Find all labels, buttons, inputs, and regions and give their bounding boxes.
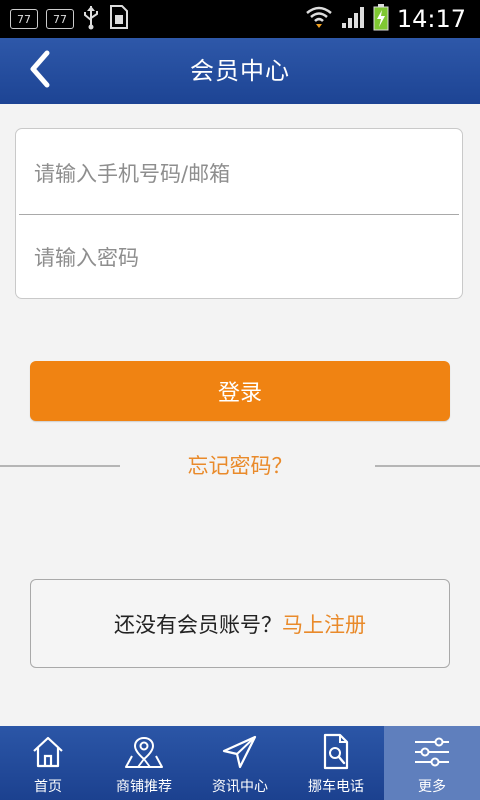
nav-label-more: 更多 xyxy=(418,779,446,795)
forgot-password-link[interactable]: 忘记密码？ xyxy=(0,446,480,486)
wifi-icon xyxy=(305,4,333,34)
bottom-nav: 首页 商铺推荐 资讯中心 挪车电话 更多 xyxy=(0,726,480,800)
nav-item-shops[interactable]: 商铺推荐 xyxy=(96,726,192,800)
nav-item-more[interactable]: 更多 xyxy=(384,726,480,800)
notification-badge-1: 77 xyxy=(10,9,38,29)
document-search-icon xyxy=(320,732,352,772)
username-placeholder: 请输入手机号码/邮箱 xyxy=(34,162,231,186)
member-center-screen: 77 77 14:17 会员中心 请输入手机号码/邮箱 请输入密码 登录 忘记密… xyxy=(0,0,480,800)
nav-label-home: 首页 xyxy=(34,779,62,795)
status-bar: 77 77 14:17 xyxy=(0,0,480,38)
notification-badge-2: 77 xyxy=(46,9,74,29)
login-form-card: 请输入手机号码/邮箱 请输入密码 xyxy=(15,128,463,299)
username-field[interactable]: 请输入手机号码/邮箱 xyxy=(34,131,448,215)
password-field[interactable]: 请输入密码 xyxy=(34,215,448,299)
nav-label-news: 资讯中心 xyxy=(212,779,268,795)
status-bar-notifications: 77 77 xyxy=(10,4,130,34)
forgot-password-row: 忘记密码？ xyxy=(0,446,480,486)
register-question: 还没有会员账号？ xyxy=(114,612,282,637)
nav-item-car-phone[interactable]: 挪车电话 xyxy=(288,726,384,800)
sliders-icon xyxy=(413,732,451,772)
sim-card-icon xyxy=(108,4,130,34)
password-placeholder: 请输入密码 xyxy=(34,246,139,270)
register-box: 还没有会员账号？ 马上注册 xyxy=(30,579,450,668)
back-button[interactable] xyxy=(18,49,62,93)
nav-label-shops: 商铺推荐 xyxy=(116,779,172,795)
register-link[interactable]: 马上注册 xyxy=(282,609,366,639)
nav-item-home[interactable]: 首页 xyxy=(0,726,96,800)
page-title: 会员中心 xyxy=(190,57,290,85)
send-icon xyxy=(221,732,259,772)
battery-charging-icon xyxy=(373,3,389,35)
status-time: 14:17 xyxy=(396,5,466,33)
nav-item-news[interactable]: 资讯中心 xyxy=(192,726,288,800)
status-bar-system: 14:17 xyxy=(305,4,466,34)
chevron-left-icon xyxy=(27,49,53,93)
home-icon xyxy=(30,732,66,772)
nav-label-car-phone: 挪车电话 xyxy=(308,779,364,795)
usb-icon xyxy=(82,4,100,34)
login-button[interactable]: 登录 xyxy=(30,361,450,421)
map-pin-icon xyxy=(124,732,164,772)
signal-icon xyxy=(341,5,365,33)
app-header: 会员中心 xyxy=(0,38,480,104)
